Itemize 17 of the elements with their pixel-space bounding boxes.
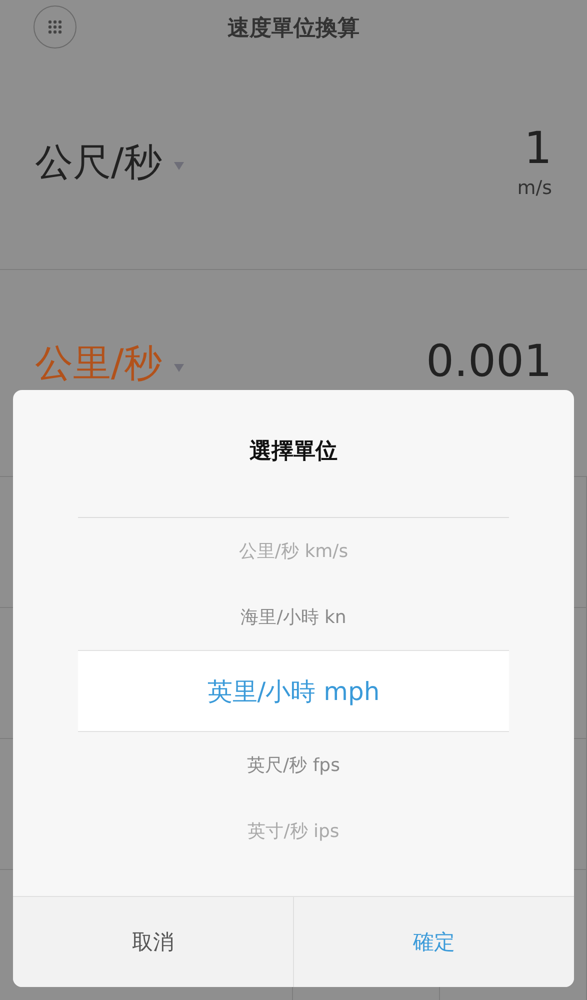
picker-option[interactable]: 英寸/秒 ips (78, 798, 509, 864)
value-text: 1 (524, 124, 552, 174)
unit-symbol: m/s (517, 177, 552, 200)
unit-name[interactable]: 公尺/秒 (35, 136, 162, 188)
picker-option[interactable]: 英里/小時 mph (78, 650, 509, 732)
cancel-button[interactable]: 取消 (13, 897, 293, 987)
value-text: 0.001 (426, 338, 552, 386)
dropdown-caret-icon[interactable] (174, 364, 184, 372)
screen-title: 速度單位換算 (228, 14, 360, 42)
dialog-title: 選擇單位 (248, 438, 338, 466)
picker-option[interactable]: 海里/小時 kn (78, 584, 509, 650)
picker-option[interactable]: 英尺/秒 fps (78, 732, 509, 798)
unit-name[interactable]: 公里/秒 (35, 338, 162, 389)
dropdown-caret-icon[interactable] (174, 162, 184, 170)
menu-icon[interactable] (33, 5, 77, 49)
confirm-button[interactable]: 確定 (293, 897, 574, 987)
picker-option[interactable]: 公里/秒 km/s (78, 518, 509, 584)
